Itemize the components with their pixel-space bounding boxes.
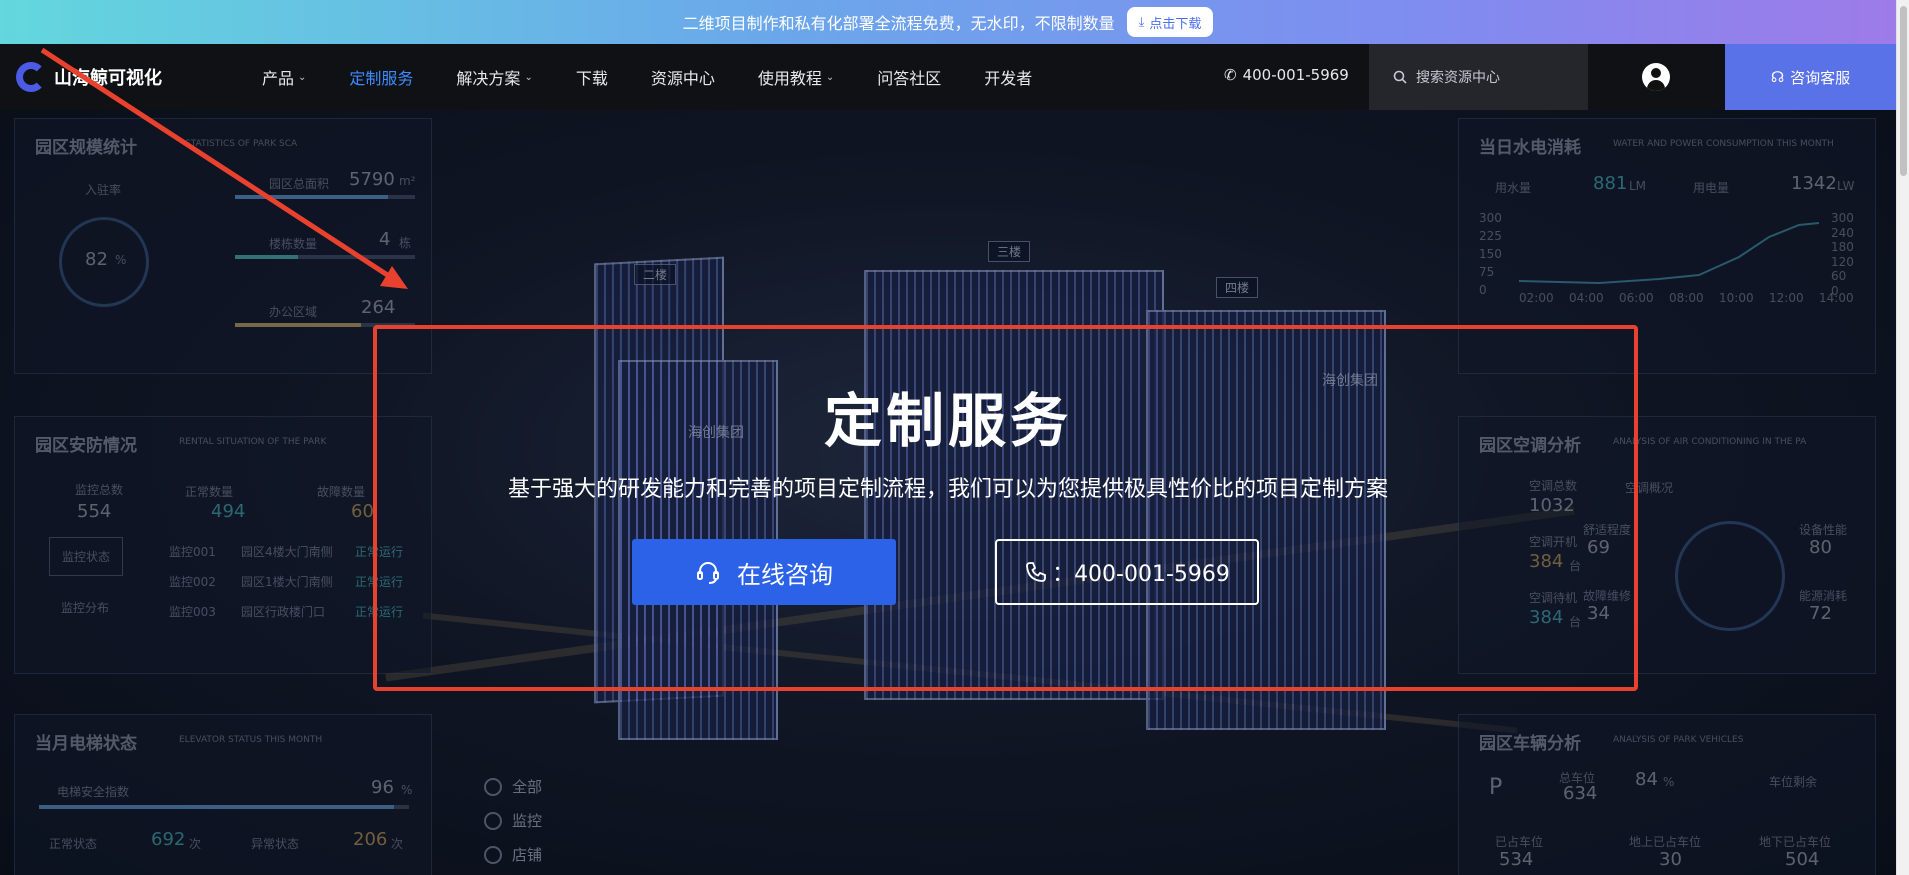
- logo-icon: [16, 62, 46, 92]
- download-button-label: 点击下载: [1149, 16, 1202, 32]
- logo-text: 山海鲸可视化: [54, 68, 162, 89]
- chevron-down-icon: ⌄: [298, 71, 307, 83]
- hero-subtitle: 基于强大的研发能力和完善的项目定制流程，我们可以为您提供极具性价比的项目定制方案: [507, 477, 1388, 502]
- nav-item[interactable]: 使用教程 ⌄: [758, 65, 834, 89]
- download-icon: ⤓: [1138, 14, 1145, 30]
- nav-item[interactable]: 下载: [576, 65, 608, 89]
- nav-item-label: 问答社区: [877, 69, 942, 88]
- phone-button[interactable]: ：400-001-5969: [995, 539, 1259, 605]
- scrollbar-thumb[interactable]: [1900, 6, 1907, 176]
- nav-item[interactable]: 开发者: [984, 65, 1032, 89]
- nav-item-label: 产品: [262, 69, 295, 88]
- hero-section: 二楼 三楼 四楼 海创集团 海创集团 园区规模统计 STATISTICS OF …: [0, 110, 1896, 875]
- main-menu: 产品 ⌄ 定制服务 解决方案 ⌄ 下载 资源中心 使用教程 ⌄ 问答社区 开发者: [262, 44, 1075, 110]
- chevron-down-icon: ⌄: [524, 71, 533, 83]
- nav-item-label: 下载: [575, 69, 608, 88]
- online-consult-label: 在线咨询: [737, 560, 833, 589]
- download-button[interactable]: ⤓ 点击下载: [1126, 7, 1214, 37]
- nav-item-label: 开发者: [984, 69, 1033, 88]
- search-input[interactable]: 搜索资源中心: [1369, 44, 1588, 110]
- phone-icon: [1026, 562, 1046, 582]
- nav-item[interactable]: 定制服务: [349, 65, 413, 89]
- nav-phone-number: 400-001-5969: [1242, 66, 1349, 84]
- promo-text: 二维项目制作和私有化部署全流程免费，无水印，不限制数量: [682, 14, 1115, 33]
- nav-item-label: 使用教程: [757, 69, 822, 88]
- chevron-down-icon: ⌄: [825, 71, 835, 83]
- nav-item[interactable]: 解决方案 ⌄: [456, 65, 532, 89]
- consult-service-button[interactable]: ☊ 咨询客服: [1725, 44, 1896, 110]
- nav-item-label: 解决方案: [456, 69, 521, 88]
- phone-button-label: ：400-001-5969: [1052, 562, 1230, 587]
- search-placeholder: 搜索资源中心: [1416, 70, 1500, 86]
- nav-item[interactable]: 资源中心: [651, 65, 715, 89]
- nav-item-label: 定制服务: [349, 69, 414, 88]
- page-scrollbar[interactable]: [1896, 0, 1909, 875]
- logo[interactable]: 山海鲸可视化: [16, 62, 162, 92]
- headset-icon: [697, 562, 719, 584]
- page: 二维项目制作和私有化部署全流程免费，无水印，不限制数量 ⤓ 点击下载 山海鲸可视…: [0, 0, 1909, 875]
- user-avatar[interactable]: [1642, 63, 1670, 91]
- nav-phone[interactable]: ✆ 400-001-5969: [1224, 66, 1349, 84]
- promo-banner: 二维项目制作和私有化部署全流程免费，无水印，不限制数量 ⤓ 点击下载: [0, 0, 1896, 44]
- online-consult-button[interactable]: 在线咨询: [632, 539, 896, 605]
- nav-item-label: 资源中心: [650, 69, 715, 88]
- nav-item[interactable]: 产品 ⌄: [262, 65, 306, 89]
- consult-label: 咨询客服: [1790, 68, 1851, 87]
- headset-icon: ☊: [1770, 68, 1785, 86]
- phone-icon: ✆: [1224, 66, 1237, 84]
- top-nav: 山海鲸可视化 产品 ⌄ 定制服务 解决方案 ⌄ 下载 资源中心 使用教程 ⌄ 问答社区 开发者 ✆ …: [0, 44, 1896, 110]
- hero-title: 定制服务: [823, 387, 1072, 455]
- nav-item[interactable]: 问答社区: [877, 65, 941, 89]
- search-icon: [1393, 70, 1407, 84]
